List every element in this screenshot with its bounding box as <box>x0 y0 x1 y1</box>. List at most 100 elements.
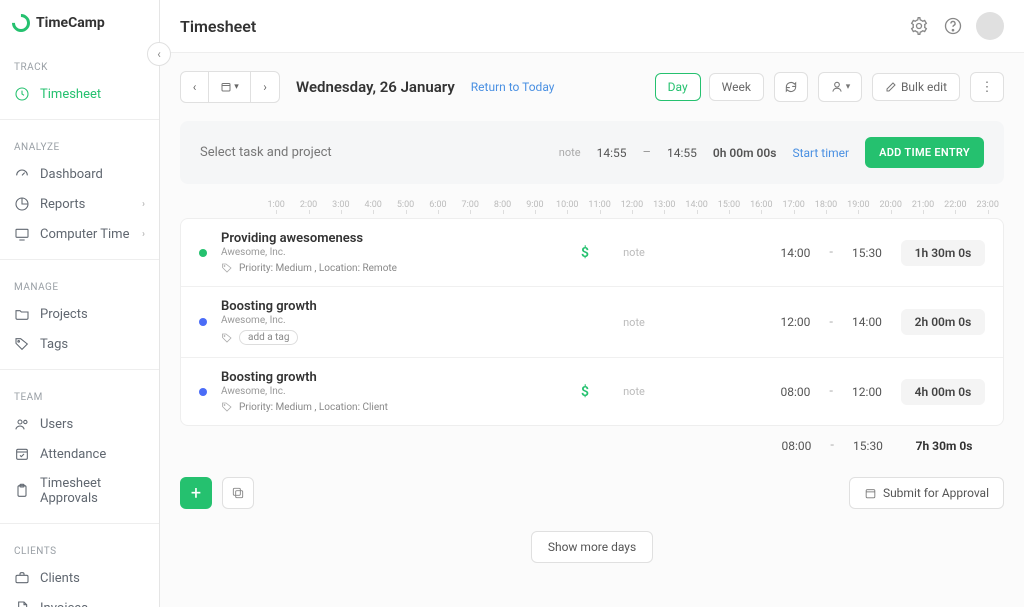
ruler-tick: 1:00 <box>260 200 292 210</box>
ruler-tick: 14:00 <box>680 200 712 210</box>
task-select[interactable]: Select task and project <box>200 145 332 160</box>
entry-to[interactable]: 15:30 <box>847 246 887 260</box>
billable-icon[interactable]: $ <box>575 384 595 400</box>
sidebar-item-tags[interactable]: Tags <box>0 329 159 359</box>
chevron-down-icon: ▾ <box>234 82 239 92</box>
add-entry-button[interactable]: + <box>180 477 212 509</box>
tag-icon <box>221 401 233 413</box>
sidebar-item-computer-time[interactable]: Computer Time › <box>0 219 159 249</box>
ruler-tick: 8:00 <box>486 200 518 210</box>
next-day-button[interactable]: › <box>251 72 279 102</box>
current-date: Wednesday, 26 January <box>296 78 455 96</box>
sidebar-item-invoices[interactable]: Invoices <box>0 593 159 607</box>
entry-to[interactable]: 14:00 <box>847 315 887 329</box>
main: Timesheet ‹ ▾ › Wednesday, 26 January Re <box>160 0 1024 607</box>
entry-to[interactable]: 12:00 <box>847 385 887 399</box>
footer-row: + Submit for Approval <box>180 477 1004 509</box>
sidebar-label: Timesheet <box>40 87 101 102</box>
sidebar-item-projects[interactable]: Projects <box>0 299 159 329</box>
logo-icon <box>8 10 33 35</box>
show-more-days-button[interactable]: Show more days <box>531 531 653 563</box>
start-timer-link[interactable]: Start timer <box>792 146 849 160</box>
ruler-tick: 15:00 <box>713 200 745 210</box>
sidebar-item-users[interactable]: Users <box>0 409 159 439</box>
entry-note-link[interactable]: note <box>609 316 659 329</box>
submit-approval-button[interactable]: Submit for Approval <box>849 477 1004 509</box>
entry-duration: 1h 30m 0s <box>901 240 985 266</box>
time-from[interactable]: 14:55 <box>597 146 627 160</box>
time-entry[interactable]: Boosting growth Awesome, Inc. add a tag … <box>181 287 1003 358</box>
chevron-down-icon: ▾ <box>846 82 851 92</box>
entries-list: Providing awesomeness Awesome, Inc. Prio… <box>180 218 1004 426</box>
ruler-tick: 19:00 <box>842 200 874 210</box>
time-to[interactable]: 14:55 <box>667 146 697 160</box>
entry-note-link[interactable]: note <box>609 246 659 259</box>
collapse-sidebar-button[interactable]: ‹ <box>147 42 171 66</box>
sidebar-item-dashboard[interactable]: Dashboard <box>0 159 159 189</box>
calendar-picker-button[interactable]: ▾ <box>209 72 251 102</box>
refresh-button[interactable] <box>774 72 808 102</box>
add-time-entry-button[interactable]: ADD TIME ENTRY <box>865 137 984 168</box>
time-entry[interactable]: Providing awesomeness Awesome, Inc. Prio… <box>181 219 1003 287</box>
billable-icon[interactable]: $ <box>575 245 595 261</box>
timeline-ruler: 1:002:003:004:005:006:007:008:009:0010:0… <box>180 194 1004 218</box>
entry-title: Boosting growth <box>221 299 561 314</box>
ruler-tick: 7:00 <box>454 200 486 210</box>
total-to: 15:30 <box>848 439 888 453</box>
ruler-tick: 4:00 <box>357 200 389 210</box>
timer-duration: 0h 00m 00s <box>713 146 777 160</box>
prev-day-button[interactable]: ‹ <box>181 72 209 102</box>
entry-tagline: Priority: Medium , Location: Client <box>239 402 388 413</box>
sidebar-label: Invoices <box>40 601 88 607</box>
entry-from[interactable]: 14:00 <box>775 246 815 260</box>
avatar[interactable] <box>976 12 1004 40</box>
tag-icon <box>221 332 233 344</box>
sidebar-item-reports[interactable]: Reports › <box>0 189 159 219</box>
sidebar-item-approvals[interactable]: Timesheet Approvals <box>0 469 159 513</box>
gear-icon[interactable] <box>908 15 930 37</box>
copy-button[interactable] <box>222 477 254 509</box>
topbar: Timesheet <box>160 0 1024 53</box>
time-entry[interactable]: Boosting growth Awesome, Inc. Priority: … <box>181 358 1003 425</box>
entry-note-link[interactable]: note <box>609 385 659 398</box>
ruler-tick: 12:00 <box>616 200 648 210</box>
bulk-edit-button[interactable]: Bulk edit <box>872 73 960 101</box>
entry-tagline: Priority: Medium , Location: Remote <box>239 263 397 274</box>
dash: – <box>642 145 651 160</box>
sidebar-label: Tags <box>40 337 68 352</box>
return-today-link[interactable]: Return to Today <box>471 80 555 94</box>
entry-title: Providing awesomeness <box>221 231 561 246</box>
entry-from[interactable]: 08:00 <box>775 385 815 399</box>
logo[interactable]: TimeCamp <box>0 0 159 46</box>
date-toolbar: ‹ ▾ › Wednesday, 26 January Return to To… <box>180 71 1004 103</box>
sidebar-item-timesheet[interactable]: Timesheet <box>0 79 159 109</box>
sidebar-label: Attendance <box>40 447 106 462</box>
ruler-tick: 20:00 <box>875 200 907 210</box>
sidebar-label: Computer Time <box>40 227 129 242</box>
entry-client: Awesome, Inc. <box>221 247 561 258</box>
clipboard-icon <box>14 483 30 499</box>
add-tag-button[interactable]: add a tag <box>239 330 298 345</box>
view-week-button[interactable]: Week <box>709 73 764 101</box>
help-icon[interactable] <box>942 15 964 37</box>
more-menu-button[interactable]: ⋮ <box>970 72 1004 102</box>
entry-from[interactable]: 12:00 <box>775 315 815 329</box>
note-link[interactable]: note <box>559 146 581 159</box>
timer-panel: Select task and project note 14:55 – 14:… <box>180 121 1004 184</box>
sidebar-label: Reports <box>40 197 85 212</box>
logo-text: TimeCamp <box>36 15 105 31</box>
total-from: 08:00 <box>776 439 816 453</box>
sidebar-item-attendance[interactable]: Attendance <box>0 439 159 469</box>
ruler-tick: 6:00 <box>422 200 454 210</box>
chart-icon <box>14 196 30 212</box>
ruler-tick: 16:00 <box>745 200 777 210</box>
total-duration: 7h 30m 0s <box>902 439 986 453</box>
users-icon <box>14 416 30 432</box>
view-day-button[interactable]: Day <box>655 73 701 101</box>
briefcase-icon <box>14 570 30 586</box>
sidebar-label: Projects <box>40 307 88 322</box>
sidebar-item-clients[interactable]: Clients <box>0 563 159 593</box>
entry-duration: 4h 00m 0s <box>901 379 985 405</box>
user-filter-button[interactable]: ▾ <box>818 72 862 102</box>
sidebar-header-team: TEAM <box>0 384 159 409</box>
